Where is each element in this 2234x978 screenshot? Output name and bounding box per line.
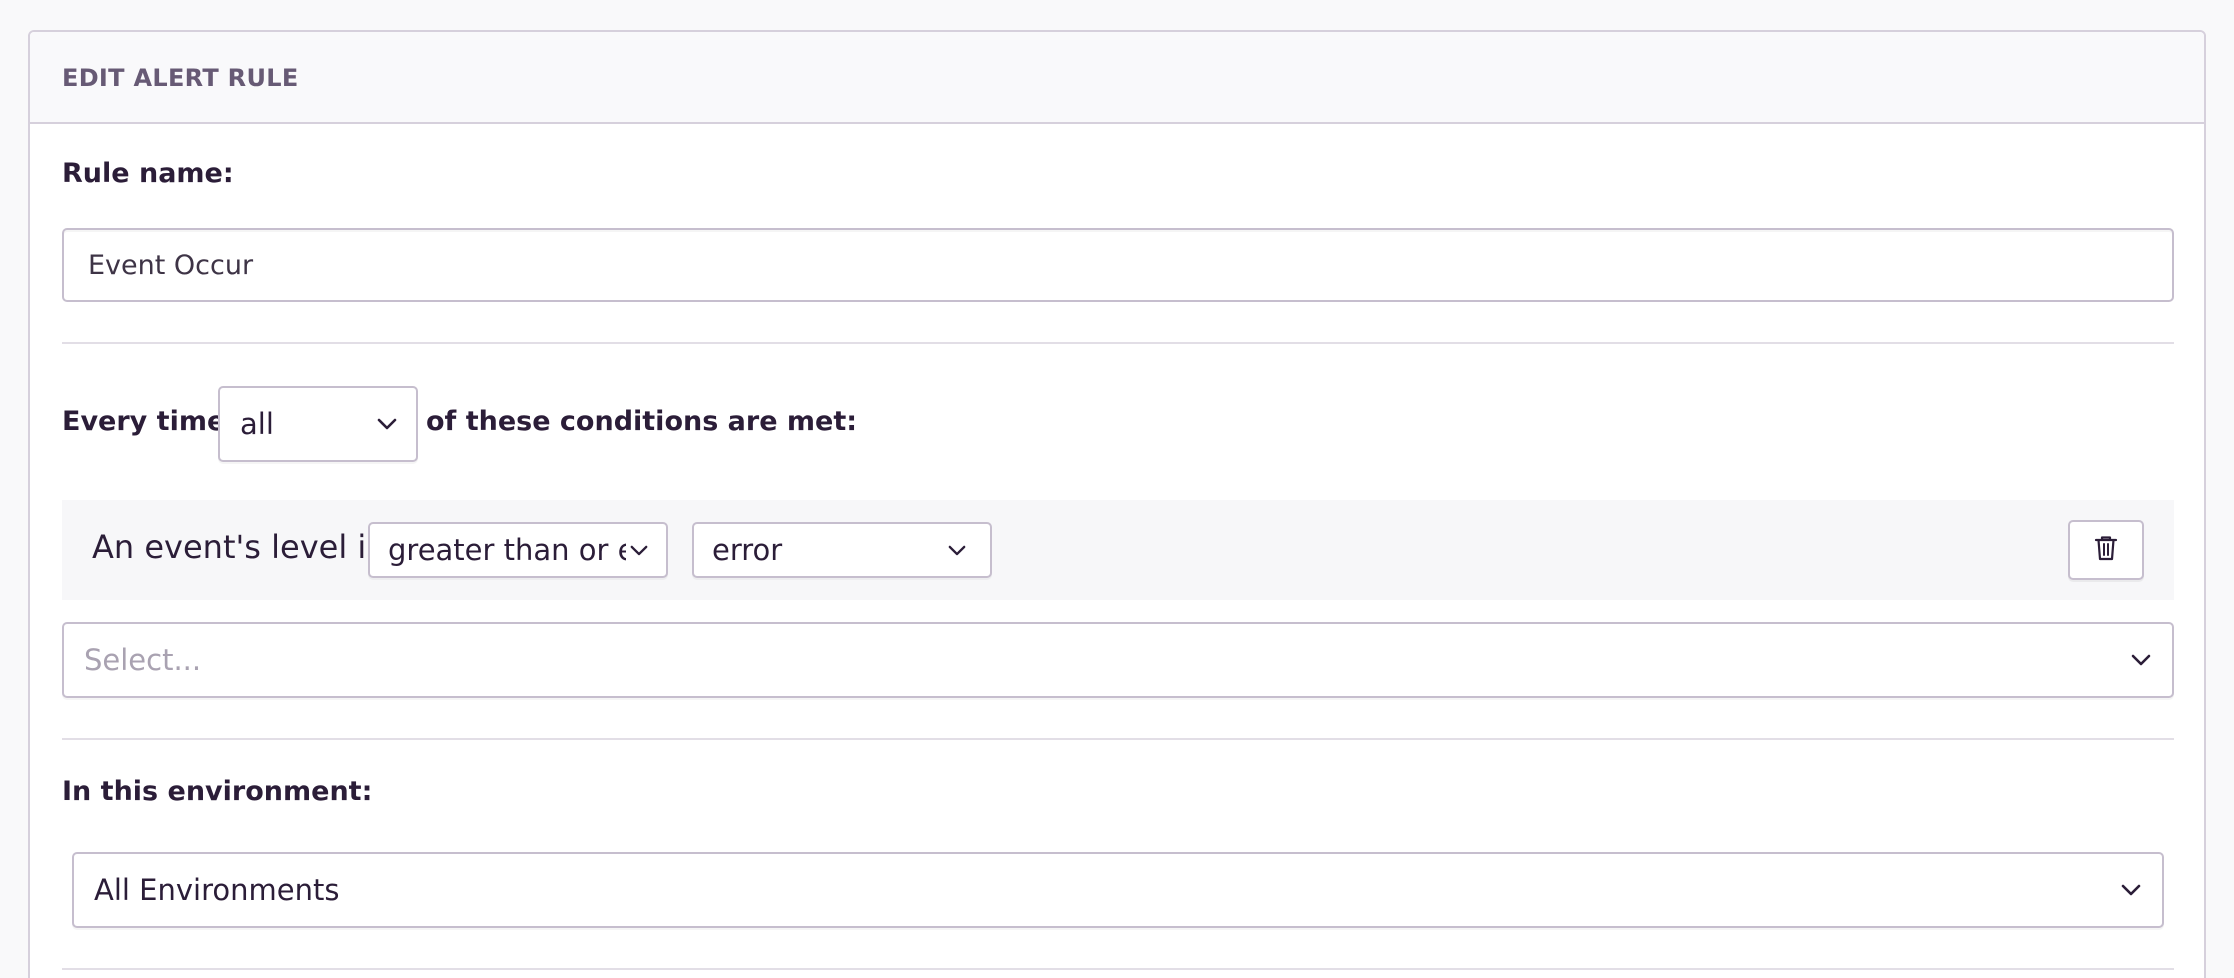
operator-select-value: greater than or equal to (388, 533, 626, 567)
panel-header: EDIT ALERT RULE (30, 32, 2204, 124)
panel-title: EDIT ALERT RULE (62, 64, 299, 92)
add-condition-placeholder: Select... (84, 643, 202, 677)
condition-text: An event's level is (92, 528, 383, 566)
match-select-value: all (240, 407, 274, 441)
operator-select[interactable]: greater than or equal to (368, 522, 668, 578)
condition-row: An event's level is greater than or equa… (62, 500, 2174, 600)
chevron-down-icon (626, 537, 652, 563)
level-select[interactable]: error (692, 522, 992, 578)
divider (62, 968, 2174, 970)
rule-name-label: Rule name: (62, 158, 234, 189)
chevron-down-icon (2128, 647, 2154, 673)
add-condition-select[interactable]: Select... (62, 622, 2174, 698)
edit-alert-rule-panel: EDIT ALERT RULE Rule name: Every time al… (28, 30, 2206, 978)
level-select-value: error (712, 533, 783, 567)
chevron-down-icon (2118, 877, 2144, 903)
delete-condition-button[interactable] (2068, 520, 2144, 580)
trash-icon (2094, 535, 2118, 565)
conditions-prefix: Every time (62, 406, 226, 437)
divider (62, 738, 2174, 740)
environment-select-value: All Environments (94, 873, 340, 907)
environment-label: In this environment: (62, 776, 373, 807)
divider (62, 342, 2174, 344)
chevron-down-icon (374, 411, 400, 437)
rule-name-input[interactable] (62, 228, 2174, 302)
conditions-suffix: of these conditions are met: (426, 406, 858, 437)
chevron-down-icon (944, 537, 970, 563)
match-select[interactable]: all (218, 386, 418, 462)
environment-select[interactable]: All Environments (72, 852, 2164, 928)
